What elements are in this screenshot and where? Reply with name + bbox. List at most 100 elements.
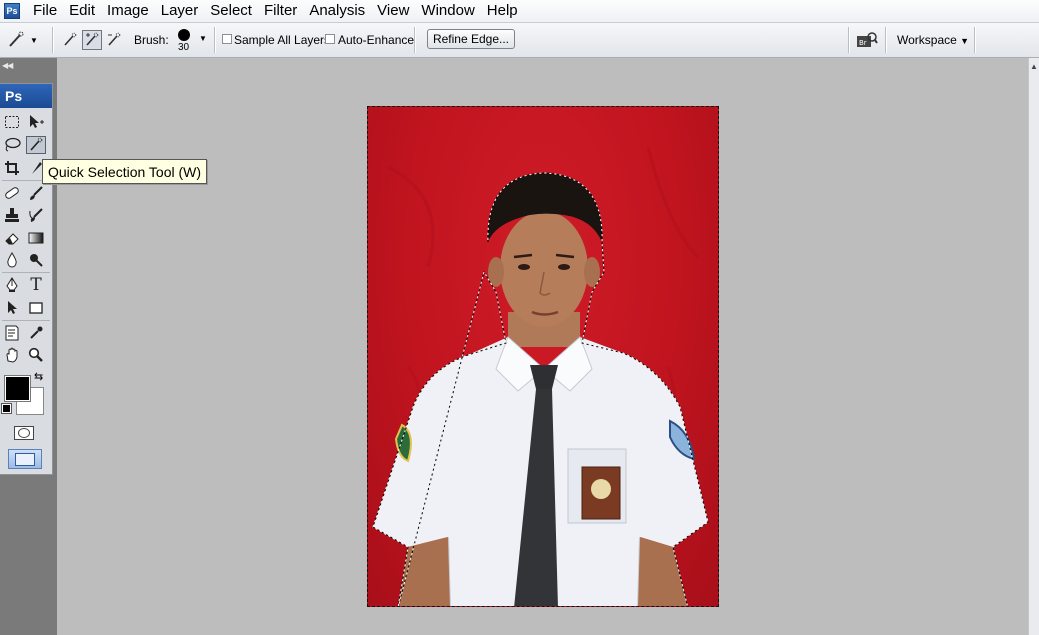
- screen-mode-icon: [15, 452, 35, 466]
- menu-edit[interactable]: Edit: [63, 0, 101, 22]
- menu-layer[interactable]: Layer: [155, 0, 205, 22]
- menu-view[interactable]: View: [371, 0, 415, 22]
- menu-filter[interactable]: Filter: [258, 0, 303, 22]
- quick-selection-add-icon: [86, 32, 99, 46]
- brush-tool[interactable]: [26, 184, 46, 202]
- history-brush-tool[interactable]: [26, 206, 46, 224]
- screen-mode-button[interactable]: [8, 449, 42, 469]
- separator: [214, 27, 216, 53]
- clone-stamp-icon: [5, 208, 19, 222]
- toolbox-separator: [2, 272, 50, 273]
- chevron-down-icon: ▼: [960, 36, 970, 46]
- path-selection-icon: [8, 301, 17, 314]
- quick-selection-icon: [30, 137, 43, 151]
- brush-icon: [30, 186, 43, 200]
- blur-tool[interactable]: [2, 251, 22, 269]
- healing-brush-icon: [5, 187, 19, 199]
- quick-selection-icon: [64, 32, 77, 46]
- default-colors-icon[interactable]: [1, 403, 12, 414]
- menu-analysis[interactable]: Analysis: [303, 0, 371, 22]
- auto-enhance-checkbox[interactable]: [325, 34, 335, 44]
- menu-image[interactable]: Image: [101, 0, 155, 22]
- options-bar: ▼ Brush: 30 ▼ Sample All Layers Auto-Enh…: [0, 23, 1039, 58]
- subtract-from-selection-mode-button[interactable]: [104, 30, 124, 50]
- eyedropper-tool[interactable]: [26, 324, 46, 342]
- type-tool[interactable]: T: [26, 275, 46, 295]
- refine-edge-button[interactable]: Refine Edge...: [427, 29, 515, 49]
- menu-help[interactable]: Help: [481, 0, 524, 22]
- separator: [974, 27, 976, 53]
- sample-all-layers-label: Sample All Layers: [234, 33, 331, 47]
- toolbox-separator: [2, 320, 50, 321]
- workspace-menu[interactable]: Workspace ▼: [897, 33, 969, 47]
- menu-bar: Ps File Edit Image Layer Select Filter A…: [0, 0, 1039, 23]
- auto-enhance-label: Auto-Enhance: [338, 33, 415, 47]
- menu-file[interactable]: File: [27, 0, 63, 22]
- quick-mask-button[interactable]: [14, 426, 34, 440]
- separator: [52, 27, 54, 53]
- quick-selection-tool[interactable]: [26, 136, 46, 154]
- brush-preview-icon[interactable]: [178, 29, 190, 41]
- notes-icon: [5, 325, 19, 341]
- type-icon: T: [30, 275, 42, 295]
- lasso-tool[interactable]: [2, 136, 22, 154]
- brush-picker-chevron-icon[interactable]: ▼: [199, 34, 207, 43]
- history-brush-icon: [29, 208, 43, 222]
- path-selection-tool[interactable]: [2, 299, 22, 317]
- move-icon: [30, 115, 44, 128]
- sample-all-layers-checkbox[interactable]: [222, 34, 232, 44]
- shape-icon: [29, 302, 43, 314]
- chevron-down-icon: ▼: [30, 35, 38, 45]
- crop-tool[interactable]: [2, 159, 22, 177]
- document-canvas[interactable]: [367, 106, 719, 607]
- quick-selection-icon: [9, 31, 24, 47]
- separator: [414, 27, 416, 53]
- separator: [885, 27, 887, 53]
- scroll-up-icon[interactable]: ▲: [1030, 62, 1038, 71]
- crop-icon: [5, 161, 19, 175]
- menu-window[interactable]: Window: [415, 0, 480, 22]
- portrait-photo: [372, 146, 709, 606]
- vertical-scrollbar[interactable]: ▲: [1028, 58, 1039, 635]
- eraser-tool[interactable]: [2, 229, 22, 247]
- separator: [848, 27, 850, 53]
- quick-selection-subtract-icon: [108, 32, 121, 46]
- blur-icon: [7, 252, 17, 268]
- pen-tool[interactable]: [2, 276, 22, 294]
- lasso-icon: [5, 137, 21, 152]
- swap-colors-icon[interactable]: ⇆: [34, 370, 43, 383]
- toolbox-header: Ps: [0, 84, 52, 108]
- quick-mask-icon: [18, 428, 30, 438]
- menu-select[interactable]: Select: [204, 0, 258, 22]
- collapse-panel-icon[interactable]: ◀◀: [2, 61, 13, 70]
- marquee-icon: [5, 116, 19, 128]
- notes-tool[interactable]: [2, 324, 22, 342]
- dodge-icon: [30, 254, 43, 267]
- healing-brush-tool[interactable]: [2, 184, 22, 202]
- tool-tooltip: Quick Selection Tool (W): [42, 159, 208, 184]
- photoshop-logo-icon: Ps: [4, 3, 20, 19]
- zoom-icon: [28, 347, 43, 362]
- gradient-tool[interactable]: [26, 229, 46, 247]
- marquee-tool[interactable]: [2, 113, 22, 131]
- clone-stamp-tool[interactable]: [2, 206, 22, 224]
- tool-preset-picker[interactable]: ▼: [6, 31, 40, 49]
- bridge-icon[interactable]: Br: [856, 31, 878, 49]
- gradient-icon: [28, 232, 44, 244]
- pen-icon: [6, 277, 18, 292]
- hand-tool[interactable]: [2, 346, 22, 364]
- dodge-tool[interactable]: [26, 251, 46, 269]
- zoom-tool[interactable]: [26, 346, 46, 364]
- move-tool[interactable]: [26, 113, 46, 131]
- brush-label: Brush:: [134, 33, 169, 47]
- hand-icon: [6, 347, 18, 363]
- brush-size-value: 30: [178, 42, 190, 53]
- eyedropper-icon: [30, 326, 43, 339]
- new-selection-mode-button[interactable]: [60, 30, 80, 50]
- foreground-color-swatch[interactable]: [4, 375, 31, 402]
- add-to-selection-mode-button[interactable]: [82, 30, 102, 50]
- toolbox-panel: Ps T ⇆: [0, 83, 53, 475]
- svg-text:Br: Br: [859, 39, 867, 47]
- eraser-icon: [5, 233, 19, 245]
- shape-tool[interactable]: [26, 299, 46, 317]
